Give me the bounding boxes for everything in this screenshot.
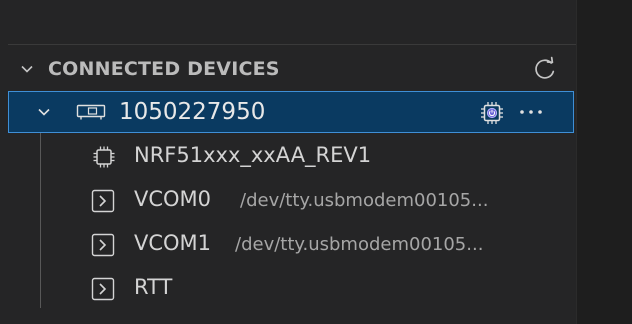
refresh-icon[interactable] xyxy=(532,56,558,82)
tree-item-chip[interactable]: NRF51xxx_xxAA_REV1 xyxy=(8,137,568,177)
tree-item-vcom0[interactable]: VCOM0 /dev/tty.usbmodem00105... xyxy=(8,181,568,221)
more-icon[interactable] xyxy=(517,105,545,119)
tree-item-rtt[interactable]: RTT xyxy=(8,269,568,309)
section-title: CONNECTED DEVICES xyxy=(48,58,280,80)
tree-item-vcom1[interactable]: VCOM1 /dev/tty.usbmodem00105... xyxy=(8,225,568,265)
terminal-chevron-icon xyxy=(91,233,115,257)
chip-power-icon[interactable] xyxy=(479,100,505,126)
tree-item-label: NRF51xxx_xxAA_REV1 xyxy=(134,143,372,167)
section-divider xyxy=(8,44,576,45)
tree-item-label: RTT xyxy=(134,275,173,299)
tree-item-path: /dev/tty.usbmodem00105... xyxy=(240,190,489,211)
terminal-chevron-icon xyxy=(91,277,115,301)
chevron-down-icon[interactable] xyxy=(37,105,51,119)
device-id: 1050227950 xyxy=(119,99,266,125)
editor-gutter xyxy=(576,0,632,324)
terminal-chevron-icon xyxy=(91,189,115,213)
chip-icon xyxy=(93,146,115,168)
connected-devices-header[interactable]: CONNECTED DEVICES xyxy=(8,52,576,88)
tree-item-label: VCOM1 xyxy=(134,231,212,255)
device-row[interactable]: 1050227950 xyxy=(8,91,574,133)
device-board-icon xyxy=(76,104,106,120)
tree-item-path: /dev/tty.usbmodem00105... xyxy=(235,234,484,255)
tree-item-label: VCOM0 xyxy=(134,187,212,211)
chevron-down-icon[interactable] xyxy=(20,62,34,76)
